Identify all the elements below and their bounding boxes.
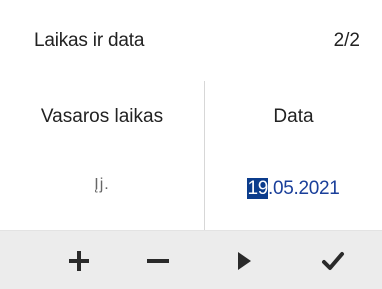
date-month-year: .05.2021 — [267, 178, 340, 199]
date-day-selected[interactable]: 19 — [247, 178, 268, 199]
date-value[interactable]: 19.05.2021 — [205, 178, 382, 200]
header: Laikas ir data 2/2 — [0, 0, 382, 68]
play-icon — [238, 252, 251, 270]
settings-content: Vasaros laikas Data Įj. 19.05.2021 — [0, 68, 382, 243]
date-time-screen: Laikas ir data 2/2 Vasaros laikas Data Į… — [0, 0, 382, 289]
bottom-toolbar — [0, 230, 382, 289]
date-label: Data — [273, 106, 314, 127]
confirm-button[interactable] — [303, 239, 363, 283]
plus-button[interactable] — [49, 239, 109, 283]
check-icon — [322, 252, 344, 270]
minus-button[interactable] — [128, 239, 188, 283]
minus-icon — [147, 259, 169, 263]
plus-icon — [69, 251, 89, 271]
page-title: Laikas ir data — [34, 30, 145, 51]
summer-time-value[interactable]: Įj. — [0, 176, 204, 194]
next-button[interactable] — [214, 239, 274, 283]
summer-time-label: Vasaros laikas — [40, 106, 164, 127]
page-indicator: 2/2 — [333, 30, 360, 51]
